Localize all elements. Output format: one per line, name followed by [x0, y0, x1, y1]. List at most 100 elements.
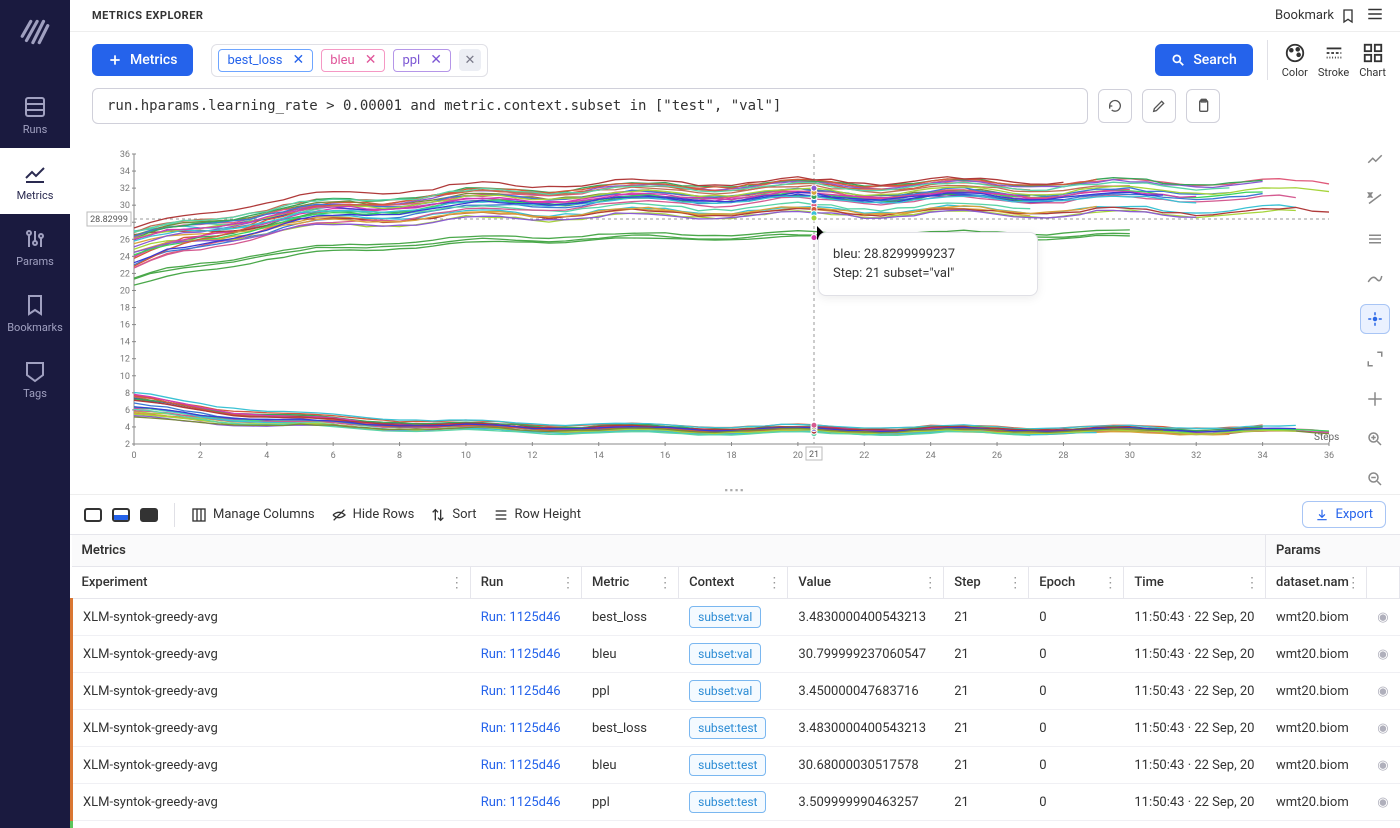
eye-icon[interactable]: ◉	[1377, 684, 1388, 699]
pencil-icon	[1151, 98, 1167, 114]
plus-icon	[108, 53, 122, 67]
run-link[interactable]: Run: 1125d46	[481, 758, 561, 773]
bookmark-button[interactable]: Bookmark	[1275, 8, 1356, 24]
manage-columns-button[interactable]: Manage Columns	[191, 507, 315, 523]
column-header[interactable]: Run⋮	[470, 567, 581, 599]
main: METRICS EXPLORER Bookmark Metrics best_l…	[70, 0, 1400, 828]
close-icon[interactable]: ✕	[365, 53, 377, 67]
view-none[interactable]	[84, 508, 102, 522]
table-toolbar: Manage Columns Hide Rows Sort Row Height…	[70, 494, 1400, 534]
chart-tool-aggregate[interactable]	[1360, 224, 1390, 254]
column-menu-icon[interactable]: ⋮	[767, 575, 781, 591]
menu-icon[interactable]	[1366, 5, 1384, 27]
view-split[interactable]	[112, 508, 130, 522]
run-link[interactable]: Run: 1125d46	[481, 610, 561, 625]
edit-button[interactable]	[1142, 89, 1176, 123]
column-header[interactable]: Context⋮	[679, 567, 788, 599]
metric-tag-bleu[interactable]: bleu ✕	[321, 49, 385, 72]
toolbar: Metrics best_loss ✕ bleu ✕ ppl ✕ ✕ Searc…	[70, 32, 1400, 88]
chart-area[interactable]: 24681012141618202224262830323436 0246810…	[70, 132, 1400, 486]
nav-tags[interactable]: Tags	[0, 346, 70, 412]
query-input[interactable]	[92, 88, 1088, 124]
logo-icon	[15, 12, 55, 52]
column-header[interactable]: Time⋮	[1124, 567, 1266, 599]
search-icon	[1171, 53, 1185, 67]
resize-handle[interactable]: ▪▪▪▪	[70, 486, 1400, 494]
chart-tool-highlight[interactable]	[1360, 304, 1390, 334]
table-row[interactable]: XLM-syntok-greedy-avgRun: 1125d46pplsubs…	[72, 673, 1400, 710]
color-tool[interactable]: Color	[1282, 42, 1308, 79]
nav-params[interactable]: Params	[0, 214, 70, 280]
column-header[interactable]: Experiment⋮	[72, 567, 471, 599]
chart-tool-expand[interactable]	[1360, 344, 1390, 374]
eye-icon[interactable]: ◉	[1377, 721, 1388, 736]
table-wrap[interactable]: Metrics Params Experiment⋮Run⋮Metric⋮Con…	[70, 534, 1400, 828]
metric-tags-group: best_loss ✕ bleu ✕ ppl ✕ ✕	[211, 44, 488, 77]
clear-tags-button[interactable]: ✕	[459, 49, 481, 71]
svg-text:34: 34	[1258, 451, 1268, 461]
stroke-tool[interactable]: Stroke	[1318, 42, 1349, 79]
chart-tool-zoom-in[interactable]	[1360, 424, 1390, 454]
svg-text:24: 24	[926, 451, 936, 461]
nav-metrics[interactable]: Metrics	[0, 148, 70, 214]
chart-tool-zoom-out[interactable]	[1360, 464, 1390, 494]
table-row[interactable]: XLM-syntok-greedy-avgRun: 1125d46bleusub…	[72, 636, 1400, 673]
table-row[interactable]: XLM-syntok-greedy-avgRun: 1125d46pplsubs…	[72, 784, 1400, 821]
copy-button[interactable]	[1186, 89, 1220, 123]
table-row[interactable]: XLM-syntok-greedy-avgRun: 1125d46bleusub…	[72, 747, 1400, 784]
nav-bookmarks[interactable]: Bookmarks	[0, 280, 70, 346]
context-tag: subset:test	[689, 754, 766, 776]
column-header[interactable]: Value⋮	[788, 567, 944, 599]
column-menu-icon[interactable]: ⋮	[658, 575, 672, 591]
close-icon[interactable]: ✕	[430, 53, 442, 67]
chart-tool-trend[interactable]	[1360, 144, 1390, 174]
sort-button[interactable]: Sort	[430, 507, 476, 523]
close-icon[interactable]: ✕	[292, 53, 304, 67]
table-row[interactable]: XLM-syntok-greedy-avgRun: 1125d46best_lo…	[72, 710, 1400, 747]
eye-icon[interactable]: ◉	[1377, 795, 1388, 810]
row-height-button[interactable]: Row Height	[493, 507, 581, 523]
header: METRICS EXPLORER Bookmark	[70, 0, 1400, 32]
svg-text:26: 26	[992, 451, 1002, 461]
column-header[interactable]: Epoch⋮	[1029, 567, 1124, 599]
run-link[interactable]: Run: 1125d46	[481, 647, 561, 662]
column-header[interactable]: dataset.nam⋮	[1266, 567, 1367, 599]
svg-text:10: 10	[120, 372, 130, 382]
chart-tool-axes[interactable]: x	[1360, 184, 1390, 214]
chart-svg: 24681012141618202224262830323436 0246810…	[84, 132, 1344, 486]
svg-text:18: 18	[120, 304, 130, 314]
column-menu-icon[interactable]: ⋮	[450, 575, 464, 591]
run-link[interactable]: Run: 1125d46	[481, 795, 561, 810]
run-link[interactable]: Run: 1125d46	[481, 721, 561, 736]
chart-tool-smoothing[interactable]	[1360, 264, 1390, 294]
bookmark-icon	[1340, 8, 1356, 24]
table-row[interactable]: XLM-syntok-greedy-few-titles-avgRun: 117…	[72, 821, 1400, 828]
nav-runs[interactable]: Runs	[0, 82, 70, 148]
eye-icon[interactable]: ◉	[1377, 647, 1388, 662]
column-menu-icon[interactable]: ⋮	[1008, 575, 1022, 591]
run-link[interactable]: Run: 1125d46	[481, 684, 561, 699]
eye-icon[interactable]: ◉	[1377, 758, 1388, 773]
hide-rows-button[interactable]: Hide Rows	[331, 507, 415, 523]
column-header[interactable]: Step⋮	[944, 567, 1029, 599]
column-header[interactable]: Metric⋮	[581, 567, 678, 599]
view-full[interactable]	[140, 508, 158, 522]
eye-icon[interactable]: ◉	[1377, 610, 1388, 625]
chart-tool[interactable]: Chart	[1359, 42, 1386, 79]
search-button[interactable]: Search	[1155, 44, 1252, 76]
export-button[interactable]: Export	[1302, 501, 1386, 528]
table-row[interactable]: XLM-syntok-greedy-avgRun: 1125d46best_lo…	[72, 599, 1400, 636]
column-menu-icon[interactable]: ⋮	[561, 575, 575, 591]
column-menu-icon[interactable]: ⋮	[1346, 575, 1360, 591]
metric-tag-ppl[interactable]: ppl ✕	[393, 49, 451, 72]
chart-tools: x	[1360, 144, 1390, 494]
svg-text:32: 32	[1191, 451, 1201, 461]
chart-tool-move[interactable]	[1360, 384, 1390, 414]
add-metrics-button[interactable]: Metrics	[92, 44, 193, 76]
column-menu-icon[interactable]: ⋮	[1103, 575, 1117, 591]
metric-tag-best-loss[interactable]: best_loss ✕	[218, 49, 313, 72]
context-tag: subset:test	[689, 717, 766, 739]
column-menu-icon[interactable]: ⋮	[923, 575, 937, 591]
column-menu-icon[interactable]: ⋮	[1245, 575, 1259, 591]
refresh-button[interactable]	[1098, 89, 1132, 123]
